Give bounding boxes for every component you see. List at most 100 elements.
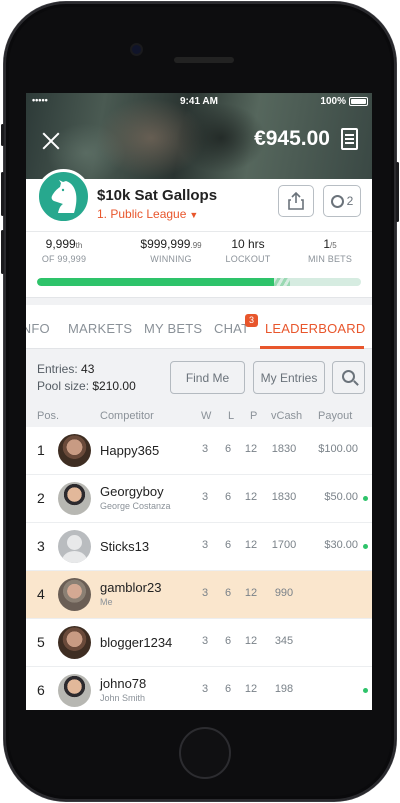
- entries-cycle-icon: [330, 194, 344, 208]
- avatar: [58, 482, 91, 515]
- row-wins: 3: [201, 683, 209, 695]
- chevron-down-icon: ▼: [189, 210, 199, 220]
- avatar: [58, 434, 91, 467]
- app-screen: ••••• 9:41 AM 100% €945.00 $10k Sat Gall…: [26, 93, 372, 710]
- avatar: [58, 578, 91, 611]
- row-name: Happy365: [100, 443, 160, 458]
- pool-size-text: Pool size: $210.00: [37, 379, 136, 393]
- horse-logo-icon: [36, 169, 91, 224]
- avatar-placeholder-icon: [58, 530, 91, 563]
- power-button: [396, 162, 399, 222]
- active-indicator-dot: [363, 688, 368, 693]
- col-p: P: [250, 410, 258, 422]
- row-name: blogger1234: [100, 635, 173, 650]
- share-icon: [288, 192, 304, 210]
- battery-icon: [349, 97, 368, 106]
- row-payout: $30.00: [324, 539, 358, 551]
- row-losses: 6: [224, 683, 232, 695]
- stat-lockout: 10 hrs LOCKOUT: [225, 237, 271, 264]
- row-vcash: 198: [274, 683, 294, 695]
- stat-winning: $999,999.99 WINNING: [140, 237, 202, 264]
- row-subtitle: Me: [100, 597, 113, 607]
- row-places: 12: [244, 443, 258, 455]
- contest-header: $10k Sat Gallops 1. Public League ▼ 2: [26, 169, 372, 231]
- row-places: 12: [244, 491, 258, 503]
- row-losses: 6: [224, 539, 232, 551]
- tab-my-bets[interactable]: MY BETS: [144, 321, 202, 336]
- row-position: 6: [37, 682, 45, 698]
- row-losses: 6: [224, 635, 232, 647]
- tab-info[interactable]: INFO: [26, 321, 50, 336]
- col-w: W: [201, 410, 212, 422]
- row-vcash: 345: [274, 635, 294, 647]
- row-places: 12: [244, 539, 258, 551]
- leaderboard-row[interactable]: 1 Happy365 3 6 12 1830 $100.00: [26, 427, 372, 475]
- row-position: 5: [37, 634, 45, 650]
- row-wins: 3: [201, 587, 209, 599]
- avatar: [58, 674, 91, 707]
- receipt-icon[interactable]: [341, 128, 358, 150]
- row-wins: 3: [201, 635, 209, 647]
- entries-count-text: Entries: 43: [37, 362, 95, 376]
- wallet-balance[interactable]: €945.00: [254, 127, 330, 151]
- row-subtitle: George Costanza: [100, 501, 171, 511]
- front-camera: [132, 45, 141, 54]
- row-position: 4: [37, 586, 45, 602]
- find-me-button[interactable]: Find Me: [170, 361, 245, 394]
- leaderboard-row[interactable]: 3 Sticks13 3 6 12 1700 $30.00: [26, 523, 372, 571]
- active-indicator-dot: [363, 496, 368, 501]
- row-losses: 6: [224, 587, 232, 599]
- col-l: L: [228, 410, 235, 422]
- volume-up-button: [1, 172, 4, 216]
- row-payout: $50.00: [324, 491, 358, 503]
- row-subtitle: John Smith: [100, 693, 146, 703]
- row-wins: 3: [201, 443, 209, 455]
- stat-rank: 9,999th OF 99,999: [41, 237, 87, 264]
- row-places: 12: [244, 635, 258, 647]
- row-position: 2: [37, 490, 45, 506]
- home-button[interactable]: [179, 727, 231, 779]
- active-indicator-dot: [363, 544, 368, 549]
- share-button[interactable]: [278, 185, 314, 217]
- tab-leaderboard[interactable]: LEADERBOARD: [265, 321, 365, 336]
- tab-markets[interactable]: MARKETS: [68, 321, 132, 336]
- league-label: 1. Public League: [97, 207, 187, 221]
- contest-progress-bar: [37, 278, 361, 286]
- row-payout: $100.00: [318, 443, 358, 455]
- leaderboard-row[interactable]: 2 Georgyboy George Costanza 3 6 12 1830 …: [26, 475, 372, 523]
- leaderboard-row-me[interactable]: 4 gamblor23 Me 3 6 12 990: [26, 571, 372, 619]
- entries-button[interactable]: 2: [323, 185, 361, 217]
- leaderboard-row[interactable]: 5 blogger1234 3 6 12 345: [26, 619, 372, 667]
- tab-chat[interactable]: CHAT: [214, 321, 249, 336]
- row-places: 12: [244, 683, 258, 695]
- row-vcash: 1830: [271, 443, 297, 455]
- tab-bar: INFO MARKETS MY BETS CHAT 3 LEADERBOARD: [26, 305, 372, 349]
- league-selector[interactable]: 1. Public League ▼: [97, 207, 198, 221]
- leaderboard-header: Pos. Competitor W L P vCash Payout: [26, 405, 372, 427]
- hero-banner: ••••• 9:41 AM 100% €945.00: [26, 93, 372, 179]
- entries-summary: Entries: 43 Pool size: $210.00 Find Me M…: [26, 349, 372, 405]
- row-places: 12: [244, 587, 258, 599]
- col-pos: Pos.: [37, 410, 60, 422]
- avatar: [58, 626, 91, 659]
- row-name: johno78: [100, 676, 147, 691]
- section-divider: [26, 297, 372, 305]
- row-name: Georgyboy: [100, 484, 164, 499]
- battery-percent: 100%: [320, 96, 346, 107]
- speaker-grille: [174, 57, 234, 63]
- search-button[interactable]: [332, 361, 365, 394]
- row-vcash: 990: [274, 587, 294, 599]
- stat-min-bets: 1/5 MIN BETS: [307, 237, 353, 264]
- col-payout: Payout: [318, 410, 353, 422]
- row-vcash: 1830: [271, 491, 297, 503]
- my-entries-button[interactable]: My Entries: [253, 361, 325, 394]
- chat-unread-badge: 3: [245, 314, 258, 327]
- close-icon[interactable]: [40, 130, 62, 152]
- col-vcash: vCash: [271, 410, 303, 422]
- row-wins: 3: [201, 539, 209, 551]
- contest-title: $10k Sat Gallops: [97, 187, 218, 204]
- status-bar: ••••• 9:41 AM 100%: [26, 93, 372, 109]
- leaderboard-row[interactable]: 6 johno78 John Smith 3 6 12 198: [26, 667, 372, 710]
- contest-stats: 9,999th OF 99,999 $999,999.99 WINNING 10…: [26, 231, 372, 271]
- volume-down-button: [1, 230, 4, 274]
